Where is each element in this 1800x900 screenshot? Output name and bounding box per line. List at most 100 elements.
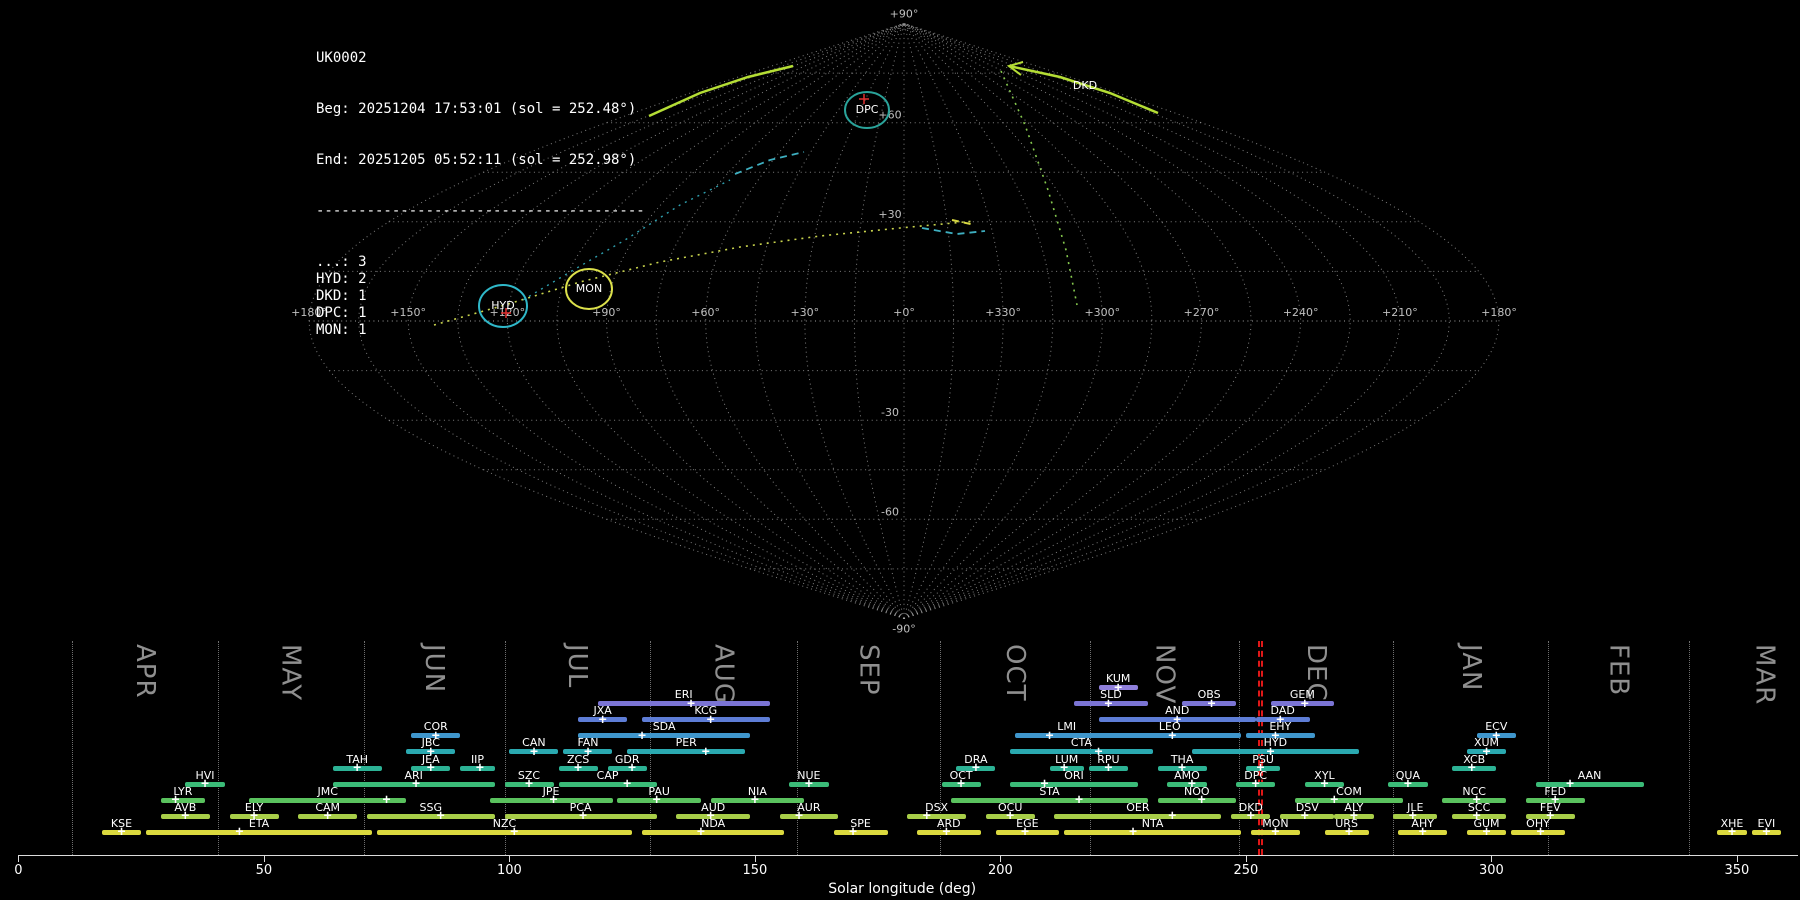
- x-axis-tick: [1491, 856, 1493, 862]
- shower-peak-marker: +: [1129, 824, 1137, 840]
- x-axis-tick: [263, 856, 265, 862]
- x-axis-tick-label: 100: [496, 863, 522, 878]
- shower-peak-marker: +: [1251, 776, 1260, 792]
- shower-peak-marker: +: [696, 824, 705, 840]
- shower-peak-marker: +: [1021, 824, 1029, 840]
- shower-count-line: ...: 3: [316, 254, 367, 270]
- shower-peak-marker: +: [510, 824, 519, 840]
- shower-label: OER: [1126, 800, 1150, 814]
- shower-peak-marker: +: [426, 760, 435, 776]
- shower-peak-marker: +: [181, 808, 190, 824]
- shower-peak-marker: +: [652, 792, 661, 808]
- month-boundary-line: [72, 641, 74, 855]
- shower-peak-marker: +: [549, 792, 558, 808]
- shower-peak-marker: +: [475, 760, 484, 776]
- shower-peak-marker: +: [598, 712, 607, 728]
- shower-count-list: ...: 3 HYD: 2 DKD: 1 DPC: 1 MON: 1: [316, 254, 645, 339]
- shower-label: COM: [1336, 784, 1362, 798]
- shower-label: LMI: [1057, 720, 1077, 734]
- shower-peak-marker: +: [323, 808, 332, 824]
- shower-label: NTA: [1141, 816, 1164, 830]
- shower-peak-marker: +: [957, 776, 966, 792]
- shower-bar: [578, 733, 750, 739]
- month-label: NOV: [1149, 644, 1180, 705]
- month-label: JUL: [562, 644, 593, 689]
- shower-bar: [1064, 829, 1241, 835]
- x-axis-tick: [1736, 856, 1738, 862]
- x-axis-tick-label: 350: [1724, 863, 1750, 878]
- month-boundary-line: [1393, 641, 1395, 855]
- shower-peak-marker: +: [525, 776, 533, 792]
- shower-label: PER: [675, 736, 697, 750]
- shower-peak-marker: +: [1536, 824, 1545, 840]
- shower-peak-marker: +: [1330, 792, 1339, 808]
- x-axis-tick-label: 50: [255, 863, 273, 878]
- shower-peak-marker: +: [1045, 728, 1054, 744]
- x-axis-tick: [1245, 856, 1247, 862]
- shower-peak-marker: +: [201, 776, 209, 792]
- shower-peak-marker: +: [971, 760, 980, 776]
- shower-count-line: DPC: 1: [316, 305, 367, 321]
- shower-peak-marker: +: [638, 728, 646, 744]
- shower-peak-marker: +: [1566, 776, 1574, 792]
- shower-label: CTA: [1070, 736, 1092, 750]
- shower-bar: [833, 829, 888, 835]
- shower-bar: [597, 701, 770, 707]
- month-boundary-line: [1688, 641, 1690, 855]
- shower-bar: [146, 829, 372, 835]
- x-axis-tick-label: 200: [987, 863, 1013, 878]
- shower-count-line: HYD: 2: [316, 271, 367, 287]
- shower-peak-marker: +: [1168, 808, 1177, 824]
- x-axis-tick: [754, 856, 756, 862]
- shower-peak-marker: +: [1418, 824, 1427, 840]
- shower-label: ETA: [248, 816, 270, 830]
- shower-peak-marker: +: [1300, 696, 1309, 712]
- shower-bar: [951, 797, 1148, 803]
- x-axis-tick: [18, 856, 20, 862]
- shower-peak-marker: +: [706, 712, 715, 728]
- shower-peak-marker: +: [1207, 696, 1216, 712]
- shower-peak-marker: +: [530, 744, 538, 760]
- x-axis-tick-label: 250: [1233, 863, 1259, 878]
- month-label: SEP: [853, 644, 884, 696]
- shower-peak-marker: +: [579, 808, 587, 824]
- shower-bar: [1010, 781, 1138, 787]
- shower-peak-marker: +: [942, 824, 951, 840]
- shower-peak-marker: +: [849, 824, 858, 840]
- month-label: OCT: [999, 644, 1030, 702]
- shower-peak-marker: +: [1168, 728, 1177, 744]
- shower-peak-marker: +: [574, 760, 583, 776]
- x-axis-tick-label: 0: [14, 863, 23, 878]
- x-axis-tick: [1000, 856, 1002, 862]
- x-axis-tick-label: 150: [742, 863, 768, 878]
- shower-peak-marker: +: [1006, 808, 1015, 824]
- month-label: JUN: [419, 644, 449, 694]
- shower-peak-marker: +: [1271, 824, 1280, 840]
- shower-label: ORI: [1064, 768, 1084, 782]
- month-label: AUG: [708, 644, 739, 704]
- activity-timeline-chart: APR MAY JUN JUL AUG SEP OCT NOV DEC JAN FEB MAR KUM +…: [0, 0, 1800, 900]
- shower-peak-marker: +: [235, 824, 244, 840]
- month-label: MAR: [1749, 644, 1780, 706]
- end-time: End: 20251205 05:52:11 (sol = 252.98°): [316, 152, 637, 168]
- shower-peak-marker: +: [1075, 792, 1083, 808]
- month-label: JAN: [1455, 644, 1486, 692]
- shower-bar: [779, 813, 839, 819]
- begin-time: Beg: 20251204 17:53:01 (sol = 252.48°): [316, 101, 637, 117]
- shower-peak-marker: +: [623, 776, 632, 792]
- shower-peak-marker: +: [1104, 696, 1113, 712]
- shower-peak-marker: +: [436, 808, 445, 824]
- x-axis-line: [18, 855, 1798, 856]
- shower-peak-marker: +: [353, 760, 362, 776]
- shower-peak-marker: +: [117, 824, 126, 840]
- shower-bar: [1191, 749, 1359, 755]
- shower-bar: [367, 813, 495, 819]
- shower-peak-marker: +: [804, 776, 813, 792]
- shower-peak-marker: +: [1300, 808, 1309, 824]
- month-boundary-line: [1239, 641, 1240, 855]
- shower-peak-marker: +: [922, 808, 931, 824]
- shower-peak-marker: +: [750, 792, 759, 808]
- shower-peak-marker: +: [1762, 824, 1771, 840]
- shower-label: STA: [1039, 784, 1060, 798]
- shower-peak-marker: +: [1482, 824, 1491, 840]
